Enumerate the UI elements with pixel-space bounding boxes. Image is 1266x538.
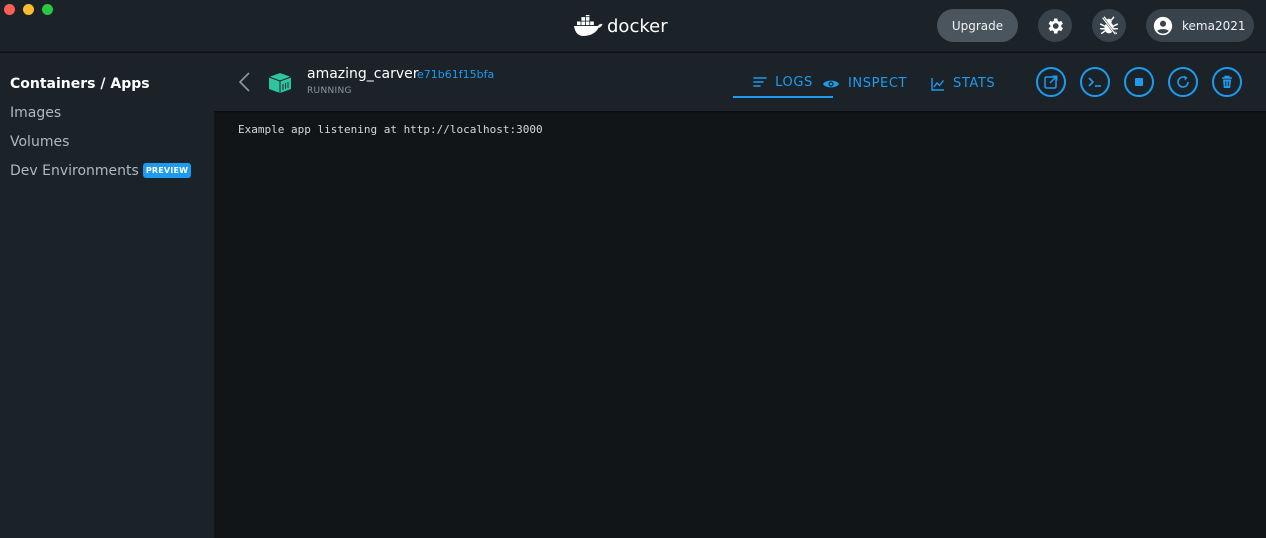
tab-inspect[interactable]: INSPECT [822,69,907,98]
eye-icon [823,80,839,87]
sidebar-item-label: Dev Environments [10,163,139,179]
cli-icon [1088,77,1101,87]
container-icon [268,73,292,93]
open-in-browser-icon [1044,75,1058,89]
tab-logs-label: LOGS [775,74,813,90]
open-in-browser-button[interactable] [1036,67,1066,97]
preview-badge: PREVIEW [142,163,192,178]
gear-icon [1048,18,1063,33]
docker-logo: docker [573,13,668,39]
window-close-button[interactable] [4,4,15,15]
sidebar-item-containers-apps[interactable]: Containers / Apps [10,76,150,92]
cli-button[interactable] [1080,67,1110,97]
window-minimize-button[interactable] [23,4,34,15]
restart-button[interactable] [1168,67,1198,97]
window-zoom-button[interactable] [42,4,53,15]
chart-icon [931,77,945,91]
sidebar: Containers / Apps Images Volumes Dev Env… [0,53,214,538]
username: kema2021 [1182,18,1246,33]
stop-icon [1135,78,1143,86]
sidebar-item-volumes[interactable]: Volumes [10,134,69,150]
container-id-link[interactable]: e71b61f15bfa [417,68,494,81]
back-chevron-icon[interactable] [236,71,254,93]
log-output[interactable]: Example app listening at http://localhos… [214,113,1266,538]
delete-button[interactable] [1212,67,1242,97]
lines-icon [753,77,767,87]
stop-button[interactable] [1124,67,1154,97]
title-bar: docker Upgrade kema2021 [0,0,1266,52]
log-line: Example app listening at http://localhos… [238,123,543,136]
docker-whale-icon [574,15,603,36]
tab-stats[interactable]: STATS [931,69,995,98]
tab-logs[interactable]: LOGS [733,68,833,98]
troubleshoot-button[interactable] [1092,9,1126,42]
sidebar-item-images[interactable]: Images [10,105,61,121]
upgrade-button[interactable]: Upgrade [937,9,1018,42]
user-icon [1153,16,1173,35]
delete-icon [1222,75,1232,88]
container-status: RUNNING [307,86,352,96]
sidebar-item-dev-environments[interactable]: Dev Environments PREVIEW [10,163,192,179]
bug-icon [1100,16,1118,35]
account-button[interactable]: kema2021 [1146,9,1254,42]
restart-icon [1177,75,1189,88]
docker-wordmark: docker [607,15,668,37]
tab-inspect-label: INSPECT [848,76,908,91]
settings-button[interactable] [1038,9,1072,42]
container-name: amazing_carver [307,66,419,82]
tab-stats-label: STATS [953,76,996,91]
container-header: amazing_carver e71b61f15bfa RUNNING LOGS… [214,53,1266,112]
